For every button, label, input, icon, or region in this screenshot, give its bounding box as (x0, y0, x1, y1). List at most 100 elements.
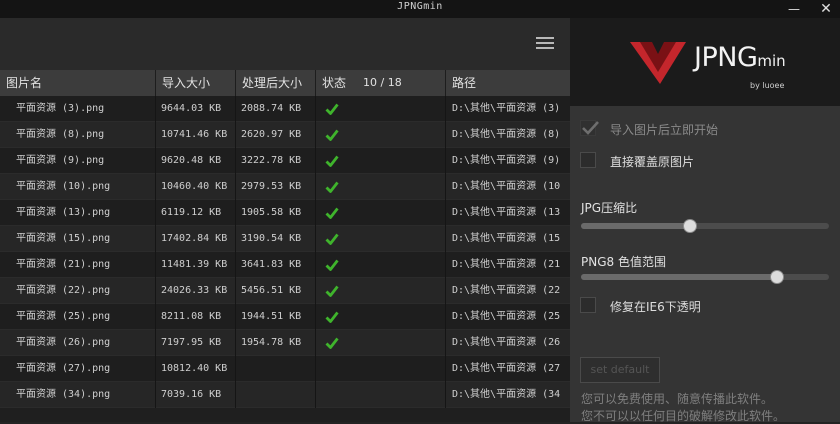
note-line-2: 您不可以以任何目的破解修改此软件。 (581, 409, 786, 423)
overwrite-checkbox[interactable] (580, 152, 596, 168)
status-cell (316, 96, 446, 122)
path-cell: D:\其他\平面资源 (34 (452, 389, 561, 400)
png-slider-handle[interactable] (769, 270, 784, 284)
import-size-cell: 6119.12 KB (156, 200, 236, 226)
check-icon (582, 121, 599, 135)
import-size-cell: 9620.48 KB (156, 148, 236, 174)
import-size-cell: 7039.16 KB (156, 382, 236, 408)
processed-size-cell: 3222.78 KB (236, 148, 316, 174)
status-cell (316, 304, 446, 330)
app-title: JPNGmin (397, 1, 443, 12)
png-range-slider[interactable] (581, 270, 829, 284)
jpg-ratio-slider[interactable] (581, 219, 829, 233)
table-row[interactable]: 平面资源 (3).png 9644.03 KB 2088.74 KB D:\其他\平面… (0, 96, 570, 122)
file-name-cell: 平面资源 (3).png (0, 96, 156, 122)
done-check-icon (325, 155, 339, 167)
table-row[interactable]: 平面资源 (10).png 10460.40 KB 2979.53 KB D:\其他\… (0, 174, 570, 200)
done-check-icon (325, 233, 339, 245)
table-body: 平面资源 (3).png 9644.03 KB 2088.74 KB D:\其他\平面… (0, 96, 570, 408)
done-check-icon (325, 259, 339, 271)
processed-size-cell: 2979.53 KB (236, 174, 316, 200)
path-cell: D:\其他\平面资源 (15 (452, 233, 561, 244)
done-check-icon (325, 181, 339, 193)
minimize-button[interactable]: — (782, 0, 806, 18)
status-cell (316, 382, 446, 408)
table-row[interactable]: 平面资源 (26).png 7197.95 KB 1954.78 KB D:\其他\平… (0, 330, 570, 356)
auto-start-label: 导入图片后立即开始 (610, 123, 719, 137)
ie6-checkbox[interactable] (580, 297, 596, 313)
import-size-cell: 17402.84 KB (156, 226, 236, 252)
status-cell (316, 356, 446, 382)
file-name-cell: 平面资源 (8).png (0, 122, 156, 148)
close-button[interactable]: ✕ (814, 0, 838, 18)
path-cell: D:\其他\平面资源 (3) (452, 103, 561, 114)
png-slider-fill (581, 274, 777, 280)
path-cell: D:\其他\平面资源 (25 (452, 311, 561, 322)
hamburger-menu-icon[interactable] (536, 37, 554, 49)
jpg-slider-handle[interactable] (683, 219, 698, 233)
file-name-cell: 平面资源 (21).png (0, 252, 156, 278)
status-cell (316, 330, 446, 356)
processed-size-cell (236, 382, 316, 408)
path-cell: D:\其他\平面资源 (22 (452, 285, 561, 296)
table-row[interactable]: 平面资源 (21).png 11481.39 KB 3641.83 KB D:\其他\… (0, 252, 570, 278)
processed-size-cell: 3190.54 KB (236, 226, 316, 252)
path-cell: D:\其他\平面资源 (9) (452, 155, 561, 166)
status-cell (316, 278, 446, 304)
table-row[interactable]: 平面资源 (13).png 6119.12 KB 1905.58 KB D:\其他\平… (0, 200, 570, 226)
header-name[interactable]: 图片名 (0, 70, 156, 96)
jpg-slider-fill (581, 223, 691, 229)
import-size-cell: 9644.03 KB (156, 96, 236, 122)
processed-size-cell: 1944.51 KB (236, 304, 316, 330)
done-check-icon (325, 285, 339, 297)
file-table: 图片名 导入大小 处理后大小 状态 10 / 18 路径 平面资源 (3).pn… (0, 70, 570, 422)
processed-size-cell: 2620.97 KB (236, 122, 316, 148)
ie6-label: 修复在IE6下透明 (610, 300, 701, 314)
import-size-cell: 11481.39 KB (156, 252, 236, 278)
header-path[interactable]: 路径 (446, 70, 570, 96)
path-cell: D:\其他\平面资源 (27 (452, 363, 561, 374)
table-row[interactable]: 平面资源 (8).png 10741.46 KB 2620.97 KB D:\其他\平… (0, 122, 570, 148)
import-size-cell: 24026.33 KB (156, 278, 236, 304)
file-name-cell: 平面资源 (25).png (0, 304, 156, 330)
file-name-cell: 平面资源 (22).png (0, 278, 156, 304)
table-row[interactable]: 平面资源 (15).png 17402.84 KB 3190.54 KB D:\其他\… (0, 226, 570, 252)
file-name-cell: 平面资源 (27).png (0, 356, 156, 382)
table-row[interactable]: 平面资源 (22).png 24026.33 KB 5456.51 KB D:\其他\… (0, 278, 570, 304)
logo: JPNGmin by luoee (570, 18, 840, 106)
table-row[interactable]: 平面资源 (27).png 10812.40 KB D:\其他\平面资源 (27 (0, 356, 570, 382)
done-check-icon (325, 207, 339, 219)
table-header: 图片名 导入大小 处理后大小 状态 10 / 18 路径 (0, 70, 570, 96)
processed-size-cell: 2088.74 KB (236, 96, 316, 122)
header-size[interactable]: 导入大小 (156, 70, 236, 96)
import-size-cell: 8211.08 KB (156, 304, 236, 330)
overwrite-label: 直接覆盖原图片 (610, 155, 695, 169)
table-row[interactable]: 平面资源 (9).png 9620.48 KB 3222.78 KB D:\其他\平面… (0, 148, 570, 174)
import-size-cell: 10460.40 KB (156, 174, 236, 200)
file-name-cell: 平面资源 (15).png (0, 226, 156, 252)
title-bar: JPNGmin — ✕ (0, 0, 840, 18)
table-row[interactable]: 平面资源 (34).png 7039.16 KB D:\其他\平面资源 (34 (0, 382, 570, 408)
done-check-icon (325, 311, 339, 323)
done-check-icon (325, 337, 339, 349)
path-cell: D:\其他\平面资源 (10 (452, 181, 561, 192)
progress-count: 10 / 18 (363, 76, 402, 89)
jpg-ratio-label: JPG压缩比 (581, 201, 638, 215)
header-after[interactable]: 处理后大小 (236, 70, 316, 96)
file-name-cell: 平面资源 (9).png (0, 148, 156, 174)
path-cell: D:\其他\平面资源 (21 (452, 259, 561, 270)
auto-start-checkbox[interactable] (580, 120, 599, 136)
settings-panel: JPNGmin by luoee 导入图片后立即开始 直接覆盖原图片 JPG压缩… (570, 18, 840, 423)
processed-size-cell: 1954.78 KB (236, 330, 316, 356)
note-line-1: 您可以免费使用、随意传播此软件。 (581, 392, 774, 406)
processed-size-cell (236, 356, 316, 382)
logo-author: by luoee (750, 81, 785, 90)
table-row[interactable]: 平面资源 (25).png 8211.08 KB 1944.51 KB D:\其他\平… (0, 304, 570, 330)
file-name-cell: 平面资源 (13).png (0, 200, 156, 226)
processed-size-cell: 1905.58 KB (236, 200, 316, 226)
set-default-button[interactable]: set default (580, 357, 660, 383)
status-cell (316, 252, 446, 278)
done-check-icon (325, 103, 339, 115)
status-cell (316, 174, 446, 200)
path-cell: D:\其他\平面资源 (26 (452, 337, 561, 348)
